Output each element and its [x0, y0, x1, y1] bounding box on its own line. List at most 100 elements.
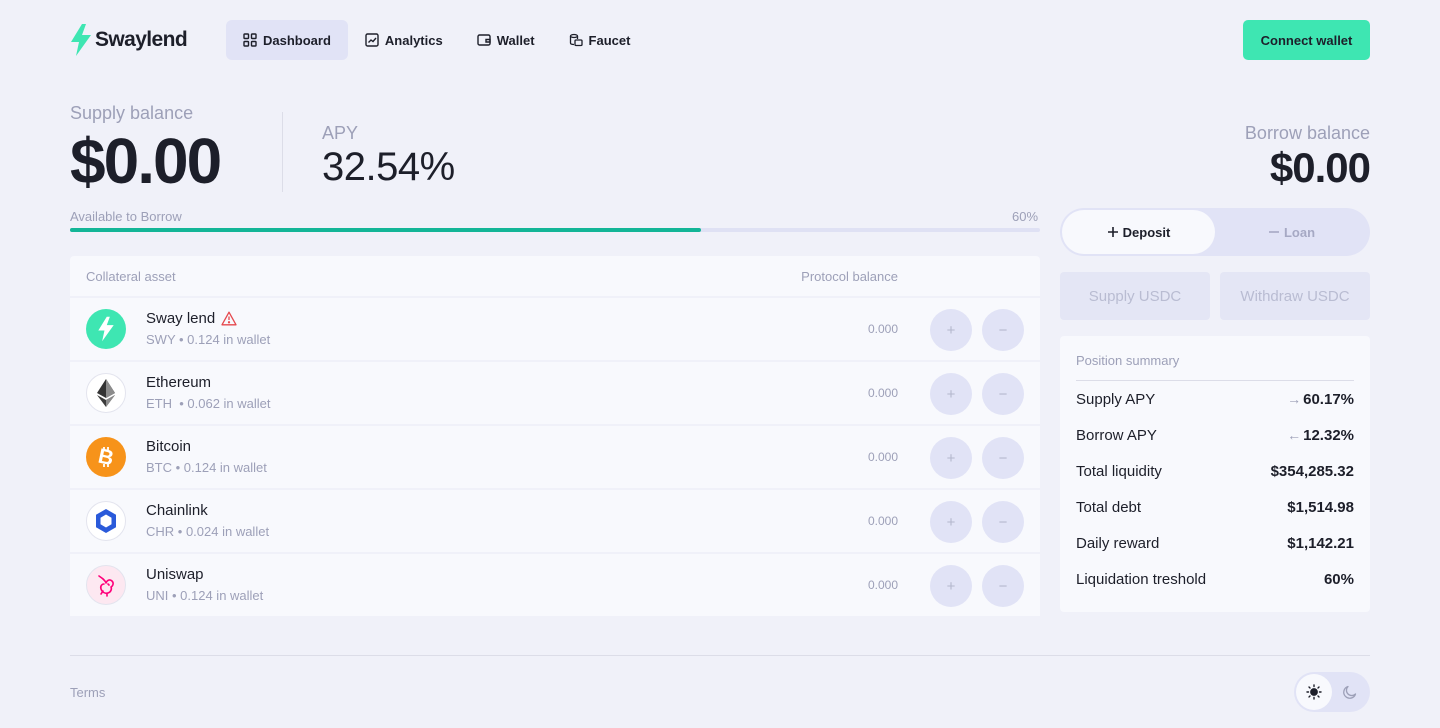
borrow-progress-fill	[70, 228, 701, 232]
main-nav: Dashboard Analytics Wallet Faucet	[226, 20, 647, 60]
uniswap-logo-icon	[86, 565, 126, 605]
summary-value-cell: ← 12.32%	[1287, 427, 1354, 444]
asset-name-cell: Sway lend	[146, 310, 237, 327]
dark-mode-button[interactable]	[1332, 674, 1368, 710]
coins-icon	[569, 33, 583, 47]
nav-analytics[interactable]: Analytics	[348, 20, 460, 60]
asset-wallet-info: SWY • 0.124 in wallet	[146, 332, 271, 347]
footer-divider	[70, 655, 1370, 656]
summary-label: Daily reward	[1076, 534, 1160, 552]
table-row: Ethereum ETH • 0.062 in wallet 0.000 + −	[70, 362, 1040, 424]
chart-icon	[365, 33, 379, 47]
terms-link[interactable]: Terms	[70, 685, 105, 700]
grid-icon	[243, 33, 257, 47]
header-protocol-balance: Protocol balance	[801, 269, 898, 284]
nav-label: Faucet	[588, 32, 631, 48]
withdraw-usdc-button[interactable]: Withdraw USDC	[1220, 272, 1370, 320]
connect-wallet-button[interactable]: Connect wallet	[1243, 20, 1370, 60]
arrow-left-icon: ←	[1287, 427, 1302, 443]
asset-protocol-balance: 0.000	[867, 386, 898, 400]
add-collateral-button[interactable]: +	[930, 437, 972, 479]
summary-label: Total debt	[1076, 498, 1142, 516]
remove-collateral-button[interactable]: −	[982, 309, 1024, 351]
asset-name-cell: Ethereum	[146, 374, 211, 391]
nav-label: Wallet	[496, 32, 535, 48]
borrow-balance-value: $0.00	[1269, 144, 1371, 191]
borrow-balance-label: Borrow balance	[1244, 123, 1370, 143]
minus-icon	[1268, 231, 1279, 233]
tab-loan[interactable]: Loan	[1215, 210, 1368, 254]
summary-label: Total liquidity	[1076, 462, 1162, 480]
remove-collateral-button[interactable]: −	[982, 373, 1024, 415]
asset-name: Uniswap	[146, 566, 204, 583]
add-collateral-button[interactable]: +	[930, 373, 972, 415]
available-to-borrow-percent: 60%	[1012, 209, 1039, 224]
table-row: Sway lend SWY • 0.124 in wallet 0.000 + …	[70, 298, 1040, 360]
asset-wallet-info: ETH • 0.062 in wallet	[146, 396, 271, 411]
asset-name-cell: Chainlink	[146, 502, 208, 519]
asset-protocol-balance: 0.000	[867, 450, 898, 464]
apy-value: 32.54%	[322, 145, 455, 189]
summary-row-liquidation-threshold: Liquidation treshold 60%	[1076, 561, 1354, 597]
summary-value: 60%	[1323, 570, 1354, 588]
remove-collateral-button[interactable]: −	[982, 501, 1024, 543]
position-summary: Position summary Supply APY → 60.17% Bor…	[1060, 336, 1370, 612]
warning-icon[interactable]	[221, 311, 237, 326]
tab-deposit[interactable]: Deposit	[1062, 210, 1215, 254]
nav-wallet[interactable]: Wallet	[460, 20, 552, 60]
arrow-right-icon: →	[1287, 391, 1302, 407]
asset-name: Ethereum	[146, 374, 212, 391]
asset-name: Sway lend	[146, 310, 216, 327]
position-summary-title: Position summary	[1076, 336, 1354, 381]
remove-collateral-button[interactable]: −	[982, 437, 1024, 479]
header-collateral-asset: Collateral asset	[86, 269, 176, 284]
summary-row-daily-reward: Daily reward $1,142.21	[1076, 525, 1354, 561]
summary-value: $1,142.21	[1287, 534, 1354, 552]
collateral-table: Collateral asset Protocol balance Sway l…	[70, 256, 1040, 616]
summary-row-total-liquidity: Total liquidity $354,285.32	[1076, 453, 1354, 489]
asset-wallet-info: BTC • 0.124 in wallet	[146, 460, 267, 475]
summary-value: 60.17%	[1303, 390, 1354, 408]
summary-row-total-debt: Total debt $1,514.98	[1076, 489, 1354, 525]
table-header: Collateral asset Protocol balance	[70, 256, 1040, 296]
add-collateral-button[interactable]: +	[930, 565, 972, 607]
summary-label: Supply APY	[1076, 390, 1156, 408]
tab-loan-label: Loan	[1283, 224, 1316, 240]
add-collateral-button[interactable]: +	[930, 501, 972, 543]
wallet-icon	[477, 34, 491, 46]
nav-dashboard[interactable]: Dashboard	[226, 20, 348, 60]
available-to-borrow-label: Available to Borrow	[70, 209, 182, 224]
table-row: B Bitcoin BTC • 0.124 in wallet 0.000 + …	[70, 426, 1040, 488]
theme-toggle	[1294, 672, 1370, 712]
asset-name: Bitcoin	[146, 438, 192, 455]
header: Swaylend Dashboard Analytics Wallet Fauc…	[70, 20, 1370, 60]
nav-label: Dashboard	[263, 32, 331, 48]
stats-divider	[282, 112, 283, 192]
summary-label: Borrow APY	[1076, 426, 1157, 444]
table-row: Uniswap UNI • 0.124 in wallet 0.000 + −	[70, 554, 1040, 616]
summary-value-cell: → 60.17%	[1287, 391, 1354, 408]
asset-wallet-info: UNI • 0.124 in wallet	[146, 588, 264, 603]
summary-value: 12.32%	[1303, 426, 1354, 444]
deposit-loan-toggle: Deposit Loan	[1060, 208, 1370, 256]
summary-label: Liquidation treshold	[1076, 570, 1207, 588]
brand-name: Swaylend	[95, 28, 188, 51]
summary-value: $1,514.98	[1287, 498, 1354, 516]
summary-row-supply-apy: Supply APY → 60.17%	[1076, 381, 1354, 417]
bitcoin-logo-icon: B	[86, 437, 126, 477]
asset-protocol-balance: 0.000	[867, 578, 898, 592]
supply-balance-value: $0.00	[70, 125, 222, 197]
asset-protocol-balance: 0.000	[867, 322, 898, 336]
swaylend-logo-icon	[86, 309, 126, 349]
light-mode-button[interactable]	[1296, 674, 1332, 710]
chainlink-logo-icon	[86, 501, 126, 541]
remove-collateral-button[interactable]: −	[982, 565, 1024, 607]
nav-faucet[interactable]: Faucet	[552, 20, 648, 60]
add-collateral-button[interactable]: +	[930, 309, 972, 351]
asset-name-cell: Uniswap	[146, 566, 204, 583]
brand-logo[interactable]: Swaylend	[68, 24, 188, 56]
summary-row-borrow-apy: Borrow APY ← 12.32%	[1076, 417, 1354, 453]
supply-usdc-button[interactable]: Supply USDC	[1060, 272, 1210, 320]
lightning-logo-icon	[71, 24, 91, 56]
asset-protocol-balance: 0.000	[867, 514, 898, 528]
